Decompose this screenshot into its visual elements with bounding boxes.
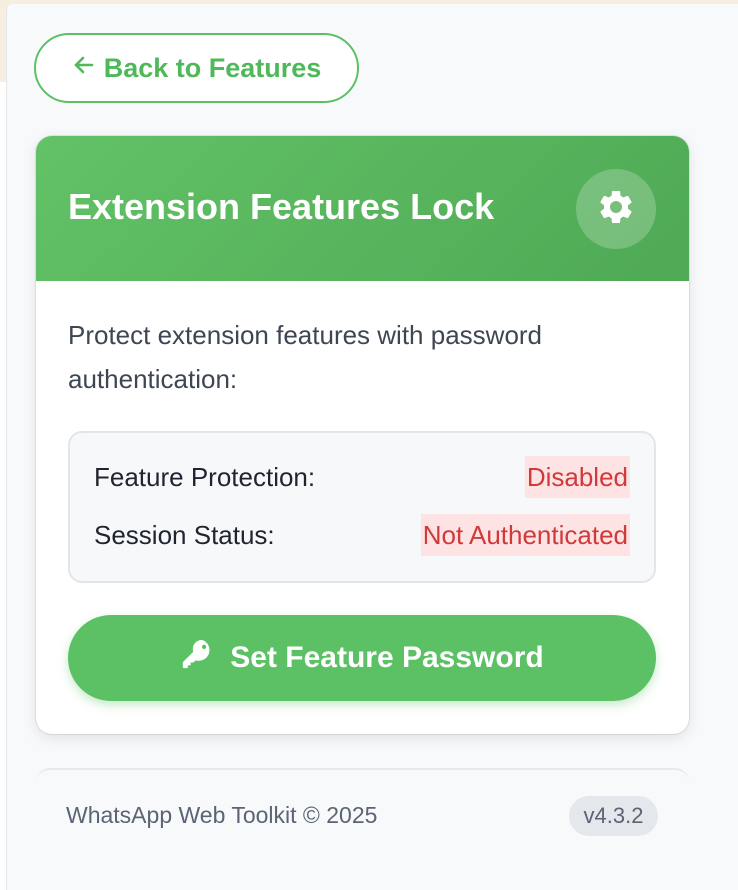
set-password-label: Set Feature Password [230,641,544,674]
gear-icon [596,187,636,232]
version-badge: v4.3.2 [569,796,658,836]
back-button-label: Back to Features [103,52,322,83]
status-row-session: Session Status: Not Authenticated [94,514,630,556]
footer: WhatsApp Web Toolkit © 2025 v4.3.2 [36,768,689,890]
back-to-features-button[interactable]: Back to Features [34,33,359,103]
footer-copyright: WhatsApp Web Toolkit © 2025 [66,802,378,828]
status-label: Session Status: [94,519,275,550]
key-icon [180,637,214,679]
status-row-feature-protection: Feature Protection: Disabled [94,456,630,498]
card-header: Extension Features Lock [36,136,689,281]
arrow-left-icon [72,53,96,84]
set-feature-password-button[interactable]: Set Feature Password [68,615,656,701]
status-value-not-authenticated: Not Authenticated [420,514,630,556]
status-panel: Feature Protection: Disabled Session Sta… [68,431,656,583]
status-value-disabled: Disabled [524,456,630,498]
features-lock-card: Extension Features Lock Protect extensio… [36,136,689,734]
settings-button[interactable] [576,169,656,249]
status-label: Feature Protection: [94,461,316,492]
card-description: Protect extension features with password… [68,320,543,394]
card-title: Extension Features Lock [68,186,495,227]
